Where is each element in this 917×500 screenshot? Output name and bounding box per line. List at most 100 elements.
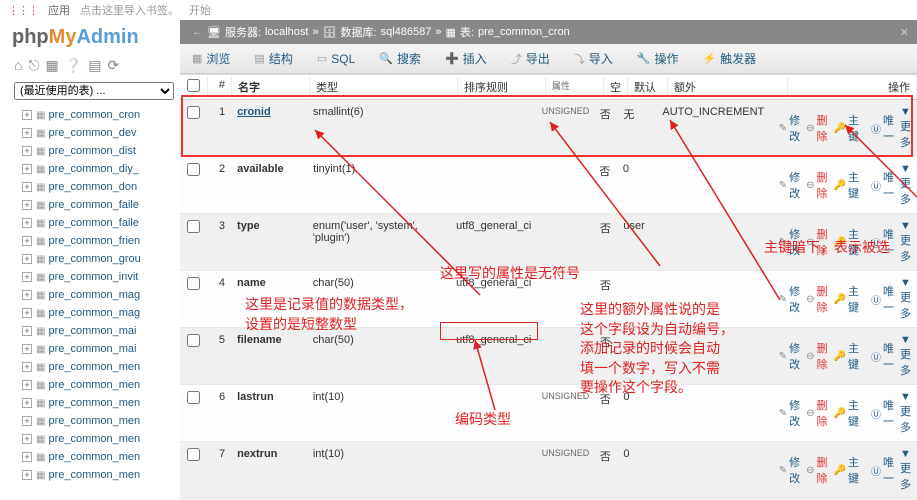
tree-item[interactable]: +▦pre_common_men bbox=[8, 358, 176, 376]
pk-link[interactable]: 🔑主键 bbox=[834, 334, 859, 378]
tree-item[interactable]: +▦pre_common_invit bbox=[8, 268, 176, 286]
tree-item[interactable]: +▦pre_common_men bbox=[8, 430, 176, 448]
edit-link[interactable]: ✎修改 bbox=[779, 448, 800, 492]
drop-link[interactable]: ⊖删除 bbox=[806, 277, 827, 321]
import-hint[interactable]: 点击这里导入书签。 bbox=[80, 2, 179, 18]
col-name[interactable]: available bbox=[231, 157, 307, 213]
unique-link[interactable]: Ⓤ唯一 bbox=[871, 334, 894, 378]
expand-icon[interactable]: + bbox=[22, 362, 32, 372]
query-icon[interactable]: ▦ bbox=[46, 57, 59, 74]
expand-icon[interactable]: + bbox=[22, 344, 32, 354]
close-icon[interactable]: ✕ bbox=[900, 26, 909, 39]
tab-triggers[interactable]: ⚡触发器 bbox=[690, 44, 768, 73]
tree-item[interactable]: +▦pre_common_men bbox=[8, 394, 176, 412]
hdr-extra[interactable]: 额外 bbox=[668, 75, 788, 99]
tree-item[interactable]: +▦pre_common_don bbox=[8, 178, 176, 196]
tree-item[interactable]: +▦pre_common_mag bbox=[8, 304, 176, 322]
unique-link[interactable]: Ⓤ唯一 bbox=[871, 106, 894, 150]
recent-tables-select[interactable]: (最近使用的表) ... bbox=[14, 82, 174, 100]
col-name[interactable]: cronid bbox=[231, 100, 307, 156]
expand-icon[interactable]: + bbox=[22, 146, 32, 156]
server-link[interactable]: localhost bbox=[265, 26, 308, 38]
more-link[interactable]: ▼更多 bbox=[900, 220, 911, 264]
docs-icon[interactable]: ❔ bbox=[65, 57, 82, 74]
hdr-type[interactable]: 类型 bbox=[310, 75, 458, 99]
drop-link[interactable]: ⊖删除 bbox=[806, 163, 827, 207]
logout-icon[interactable]: ⎋ bbox=[28, 57, 39, 74]
expand-icon[interactable]: + bbox=[22, 308, 32, 318]
more-link[interactable]: ▼更多 bbox=[900, 334, 911, 378]
expand-icon[interactable]: + bbox=[22, 128, 32, 138]
more-link[interactable]: ▼更多 bbox=[900, 106, 911, 150]
drop-link[interactable]: ⊖删除 bbox=[806, 391, 827, 435]
col-name[interactable]: name bbox=[231, 271, 307, 327]
col-name[interactable]: lastrun bbox=[231, 385, 307, 441]
hdr-def[interactable]: 默认 bbox=[628, 75, 668, 99]
col-name[interactable]: type bbox=[231, 214, 307, 270]
tree-item[interactable]: +▦pre_common_dist bbox=[8, 142, 176, 160]
drop-link[interactable]: ⊖删除 bbox=[806, 106, 827, 150]
reload-icon[interactable]: ⟳ bbox=[107, 57, 119, 74]
expand-icon[interactable]: + bbox=[22, 290, 32, 300]
row-check[interactable] bbox=[187, 448, 200, 461]
expand-icon[interactable]: + bbox=[22, 200, 32, 210]
more-link[interactable]: ▼更多 bbox=[900, 391, 911, 435]
expand-icon[interactable]: + bbox=[22, 254, 32, 264]
unique-link[interactable]: Ⓤ唯一 bbox=[871, 277, 894, 321]
expand-icon[interactable]: + bbox=[22, 272, 32, 282]
tree-item[interactable]: +▦pre_common_dev bbox=[8, 124, 176, 142]
row-check[interactable] bbox=[187, 277, 200, 290]
tree-item[interactable]: +▦pre_common_mai bbox=[8, 340, 176, 358]
tree-item[interactable]: +▦pre_common_faile bbox=[8, 214, 176, 232]
expand-icon[interactable]: + bbox=[22, 398, 32, 408]
unique-link[interactable]: Ⓤ唯一 bbox=[871, 391, 894, 435]
table-link[interactable]: pre_common_cron bbox=[478, 26, 570, 38]
tree-item[interactable]: +▦pre_common_faile bbox=[8, 196, 176, 214]
tab-export[interactable]: ⤴导出 bbox=[499, 44, 562, 73]
expand-icon[interactable]: + bbox=[22, 416, 32, 426]
hdr-num[interactable]: # bbox=[208, 75, 232, 99]
edit-link[interactable]: ✎修改 bbox=[779, 106, 800, 150]
tab-import[interactable]: ⤵导入 bbox=[562, 44, 625, 73]
unique-link[interactable]: Ⓤ唯一 bbox=[871, 448, 894, 492]
home-icon[interactable]: ⌂ bbox=[14, 57, 22, 74]
hdr-attr[interactable]: 属性 bbox=[546, 75, 604, 99]
expand-icon[interactable]: + bbox=[22, 452, 32, 462]
drop-link[interactable]: ⊖删除 bbox=[806, 220, 827, 264]
expand-icon[interactable]: + bbox=[22, 380, 32, 390]
more-link[interactable]: ▼更多 bbox=[900, 163, 911, 207]
tab-search[interactable]: 🔍搜索 bbox=[367, 44, 433, 73]
row-check[interactable] bbox=[187, 220, 200, 233]
row-check[interactable] bbox=[187, 334, 200, 347]
tab-sql[interactable]: ▭SQL bbox=[305, 44, 367, 73]
more-link[interactable]: ▼更多 bbox=[900, 448, 911, 492]
tree-item[interactable]: +▦pre_common_frien bbox=[8, 232, 176, 250]
edit-link[interactable]: ✎修改 bbox=[779, 391, 800, 435]
drop-link[interactable]: ⊖删除 bbox=[806, 334, 827, 378]
expand-icon[interactable]: + bbox=[22, 110, 32, 120]
edit-link[interactable]: ✎修改 bbox=[779, 334, 800, 378]
expand-icon[interactable]: + bbox=[22, 326, 32, 336]
unique-link[interactable]: Ⓤ唯一 bbox=[871, 220, 894, 264]
tree-item[interactable]: +▦pre_common_men bbox=[8, 412, 176, 430]
tree-item[interactable]: +▦pre_common_diy_ bbox=[8, 160, 176, 178]
tree-item[interactable]: +▦pre_common_men bbox=[8, 466, 176, 484]
row-check[interactable] bbox=[187, 106, 200, 119]
pk-link[interactable]: 🔑主键 bbox=[834, 391, 859, 435]
tree-item[interactable]: +▦pre_common_cron bbox=[8, 106, 176, 124]
row-check[interactable] bbox=[187, 163, 200, 176]
col-name[interactable]: nextrun bbox=[231, 442, 307, 498]
expand-icon[interactable]: + bbox=[22, 236, 32, 246]
edit-link[interactable]: ✎修改 bbox=[779, 220, 800, 264]
expand-icon[interactable]: + bbox=[22, 434, 32, 444]
tree-item[interactable]: +▦pre_common_grou bbox=[8, 250, 176, 268]
unique-link[interactable]: Ⓤ唯一 bbox=[871, 163, 894, 207]
pk-link[interactable]: 🔑主键 bbox=[834, 277, 859, 321]
edit-link[interactable]: ✎修改 bbox=[779, 277, 800, 321]
pk-link[interactable]: 🔑主键 bbox=[834, 448, 859, 492]
sql-icon[interactable]: ▤ bbox=[88, 57, 101, 74]
col-name[interactable]: filename bbox=[231, 328, 307, 384]
expand-icon[interactable]: + bbox=[22, 218, 32, 228]
db-link[interactable]: sql486587 bbox=[381, 26, 432, 38]
tab-insert[interactable]: ➕插入 bbox=[433, 44, 499, 73]
